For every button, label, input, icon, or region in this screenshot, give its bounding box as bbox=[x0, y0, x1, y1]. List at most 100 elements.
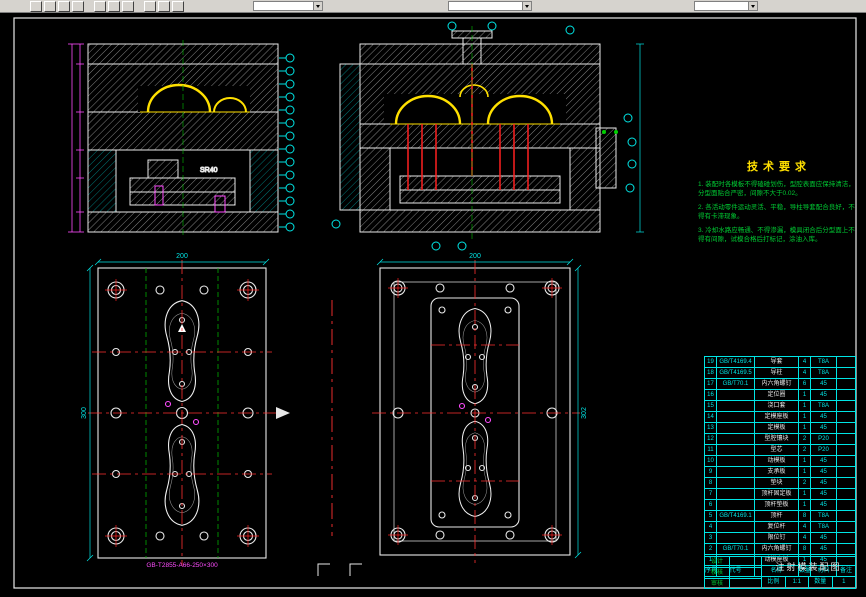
width-dimension: 200 bbox=[469, 253, 481, 260]
toolbar-button-4[interactable] bbox=[72, 1, 84, 12]
parts-list-cell: 1 bbox=[799, 401, 811, 411]
parts-list-row: 6顶杆垫板145 bbox=[705, 500, 855, 511]
parts-list-cell bbox=[717, 401, 755, 411]
parts-list-cell: 1 bbox=[799, 456, 811, 466]
parts-list-cell bbox=[837, 401, 855, 411]
parts-list-cell bbox=[837, 434, 855, 444]
parts-list-cell bbox=[837, 489, 855, 499]
parts-list-cell: 9 bbox=[705, 467, 717, 477]
parts-list-cell: 1 bbox=[799, 423, 811, 433]
parts-list-cell bbox=[717, 467, 755, 477]
parts-list-cell bbox=[837, 445, 855, 455]
height-dimension: 300 bbox=[81, 407, 88, 419]
bottom-clamp-plate bbox=[360, 210, 600, 232]
toolbar-button-7[interactable] bbox=[122, 1, 134, 12]
design-label: 设计 bbox=[705, 557, 730, 567]
parts-list-row: 15浇口套1T8A bbox=[705, 401, 855, 412]
parts-list-cell: 45 bbox=[811, 489, 837, 499]
parts-list-cell: 型腔镶块 bbox=[755, 434, 799, 444]
toolbar-button-1[interactable] bbox=[30, 1, 42, 12]
parts-list-cell: GB/T4169.4 bbox=[717, 357, 755, 367]
toolbar-button-2[interactable] bbox=[44, 1, 56, 12]
parts-list-cell: 顶杆 bbox=[755, 511, 799, 521]
parts-list-cell: P20 bbox=[811, 445, 837, 455]
ejector-retainer-plate bbox=[130, 178, 235, 192]
parts-list-table: 19GB/T4169.4导套4T8A18GB/T4169.5导柱4T8A17GB… bbox=[704, 356, 856, 577]
parts-list-cell: 12 bbox=[705, 434, 717, 444]
parts-list-cell: 1 bbox=[799, 390, 811, 400]
parts-list-cell: 10 bbox=[705, 456, 717, 466]
parts-list-cell: 5 bbox=[705, 511, 717, 521]
parts-list-cell bbox=[837, 478, 855, 488]
parts-list-cell: GB/T70.1 bbox=[717, 379, 755, 389]
parts-list-cell: 45 bbox=[811, 412, 837, 422]
tech-requirement-item: 1. 装配时各模板不得磕碰划伤，型腔表面应保持清洁，分型面贴合严密，间隙不大于0… bbox=[698, 180, 860, 199]
parts-list-cell: 导套 bbox=[755, 357, 799, 367]
parts-list-row: 13定模板145 bbox=[705, 423, 855, 434]
parts-list-cell: T8A bbox=[811, 522, 837, 532]
tech-requirement-item: 3. 冷却水路应畅通、不得渗漏，模具闭合后分型面上不得有间隙，试模合格后打标记，… bbox=[698, 226, 860, 245]
cad-application: { "dimensions": { "plan_left_width": "20… bbox=[0, 0, 866, 597]
parts-list-cell bbox=[837, 379, 855, 389]
parts-list-cell: 内六角螺钉 bbox=[755, 544, 799, 554]
toolbar-button-6[interactable] bbox=[108, 1, 120, 12]
parts-list-cell: 45 bbox=[811, 544, 837, 554]
parts-list-cell: 2 bbox=[799, 445, 811, 455]
parts-list-cell: 8 bbox=[799, 544, 811, 554]
ejector-base-plate bbox=[130, 192, 235, 205]
parts-list-cell bbox=[717, 456, 755, 466]
parts-list-cell: 1 bbox=[799, 489, 811, 499]
cavity-radius-label: SR40 bbox=[200, 167, 218, 174]
linetype-dropdown[interactable] bbox=[694, 1, 758, 11]
parts-list-row: 17GB/T70.1内六角螺钉645 bbox=[705, 379, 855, 390]
parts-list-cell: 45 bbox=[811, 379, 837, 389]
parts-list-cell: 2 bbox=[705, 544, 717, 554]
drawing-title: 注射模装配图 bbox=[762, 557, 855, 577]
parts-list-row: 4复位杆4T8A bbox=[705, 522, 855, 533]
layer-dropdown[interactable] bbox=[253, 1, 323, 11]
plan-view-moving-half bbox=[88, 260, 276, 566]
plan-view-fixed-half bbox=[372, 260, 580, 563]
parts-list-cell bbox=[837, 456, 855, 466]
parts-list-cell: 复位杆 bbox=[755, 522, 799, 532]
parts-list-cell: 动模板 bbox=[755, 456, 799, 466]
parts-list-cell: 4 bbox=[799, 522, 811, 532]
parts-list-row: 2GB/T70.1内六角螺钉845 bbox=[705, 544, 855, 555]
parts-list-cell bbox=[717, 423, 755, 433]
toolbar-button-8[interactable] bbox=[144, 1, 156, 12]
parts-list-cell: 16 bbox=[705, 390, 717, 400]
qty-label: 数量 bbox=[809, 577, 833, 588]
parts-list-row: 14定模座板145 bbox=[705, 412, 855, 423]
toolbar-button-5[interactable] bbox=[94, 1, 106, 12]
parts-list-cell: GB/T70.1 bbox=[717, 544, 755, 554]
spacer-block-left bbox=[360, 148, 390, 210]
toolbar-button-9[interactable] bbox=[158, 1, 170, 12]
parts-list-cell: 6 bbox=[799, 379, 811, 389]
toolbar-button-10[interactable] bbox=[172, 1, 184, 12]
spacer-block-left bbox=[88, 150, 116, 212]
title-block-signatures: 设计 校核 审核 bbox=[705, 557, 762, 588]
parts-list-cell bbox=[837, 533, 855, 543]
parts-list-cell: 4 bbox=[799, 533, 811, 543]
parts-list-cell: 顶杆固定板 bbox=[755, 489, 799, 499]
parts-list-cell: 17 bbox=[705, 379, 717, 389]
balloon-callouts-front bbox=[279, 54, 294, 231]
color-dropdown[interactable] bbox=[448, 1, 532, 11]
tech-requirements-title: 技术要求 bbox=[698, 158, 860, 174]
spacer-block-right bbox=[250, 150, 278, 212]
parts-list-cell: 15 bbox=[705, 401, 717, 411]
toolbar-button-3[interactable] bbox=[58, 1, 70, 12]
parts-list-cell: 支承板 bbox=[755, 467, 799, 477]
parts-list-cell: 4 bbox=[799, 357, 811, 367]
parts-list-cell: 11 bbox=[705, 445, 717, 455]
parts-list-cell: 18 bbox=[705, 368, 717, 378]
parts-list-cell bbox=[837, 467, 855, 477]
width-dimension: 200 bbox=[176, 253, 188, 260]
parts-list-cell bbox=[837, 544, 855, 554]
parts-list-cell: 45 bbox=[811, 478, 837, 488]
parts-list-cell bbox=[717, 445, 755, 455]
parts-list-cell bbox=[837, 423, 855, 433]
parts-list-cell bbox=[717, 412, 755, 422]
section-front-dimensions bbox=[68, 44, 84, 232]
parts-list-cell: 13 bbox=[705, 423, 717, 433]
